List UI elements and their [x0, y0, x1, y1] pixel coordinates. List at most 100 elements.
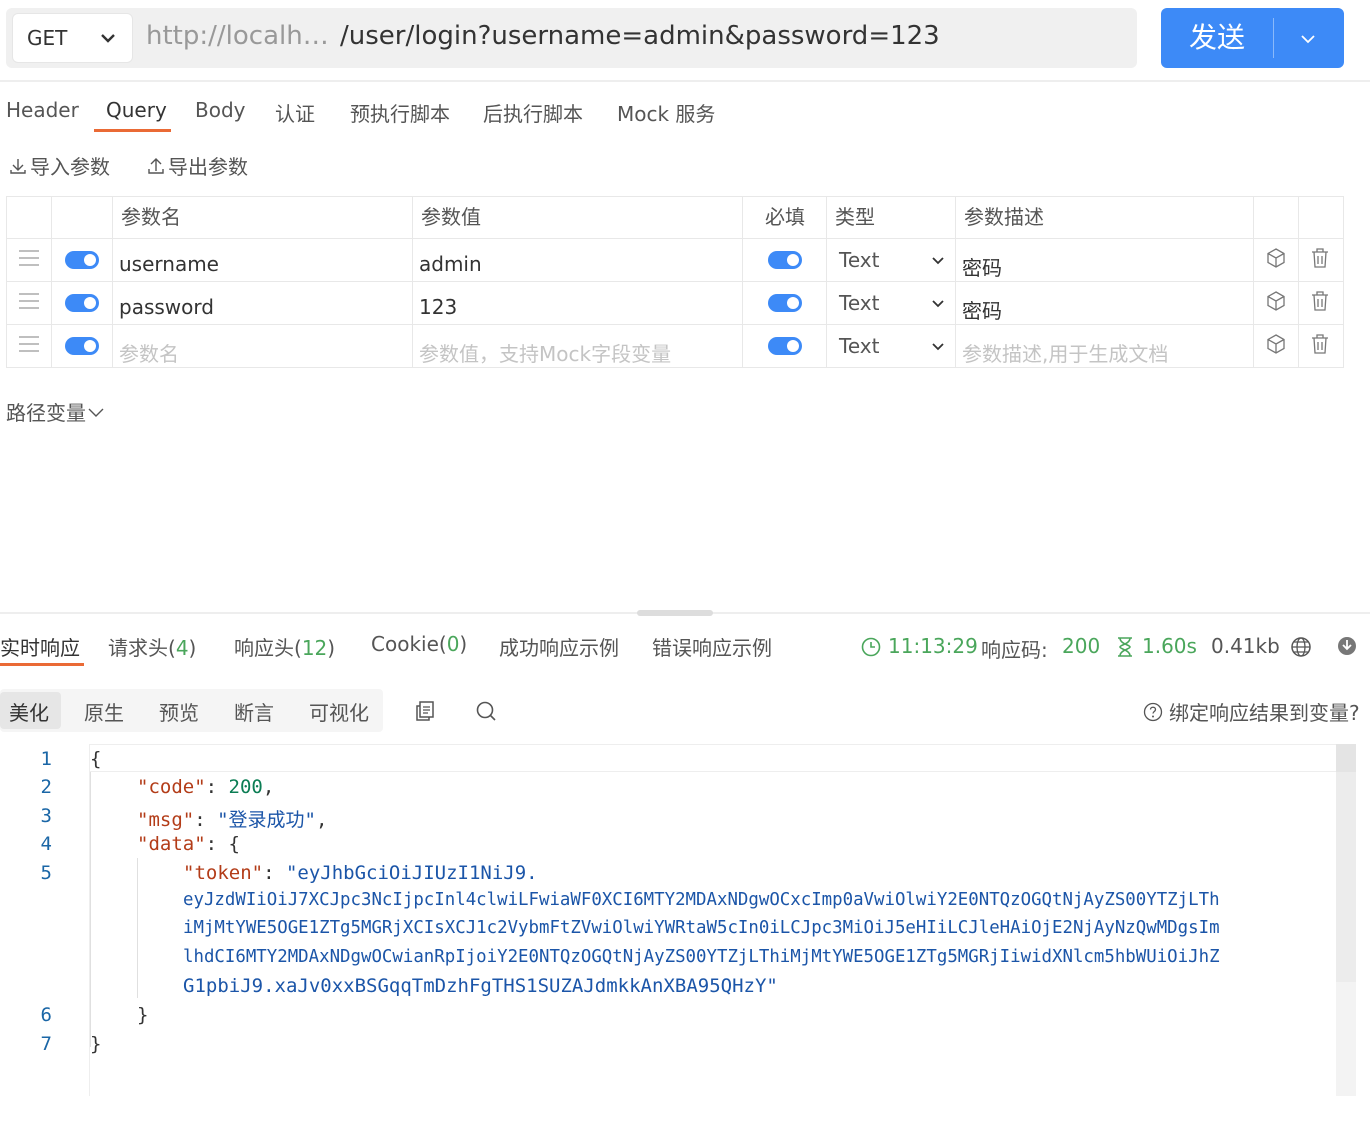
import-params-button[interactable]: 导入参数: [8, 151, 110, 180]
trash-icon[interactable]: [1309, 290, 1331, 312]
view-beautify[interactable]: 美化: [9, 697, 49, 726]
clock-icon: [861, 637, 881, 657]
tab-error-example[interactable]: 错误响应示例: [652, 632, 772, 661]
count-badge: 12: [301, 636, 328, 660]
method-select[interactable]: GET: [12, 13, 133, 63]
indent-guide: [90, 772, 91, 1047]
copy-icon[interactable]: [413, 699, 437, 723]
col-divider: [51, 197, 52, 367]
row-enabled-toggle[interactable]: [65, 337, 99, 355]
import-params-label: 导入参数: [30, 155, 110, 179]
param-name-input[interactable]: 参数名: [119, 338, 179, 367]
download-icon[interactable]: [1337, 636, 1357, 656]
cube-icon[interactable]: [1265, 247, 1287, 269]
tab-pre-script[interactable]: 预执行脚本: [350, 98, 450, 127]
chevron-down-icon: [932, 300, 944, 308]
line-number: 4: [40, 833, 52, 855]
divider: [0, 80, 1370, 82]
view-preview[interactable]: 预览: [159, 697, 199, 726]
tab-label: 请求头(: [108, 636, 176, 660]
line-number: 1: [40, 748, 52, 770]
col-divider: [1253, 197, 1254, 367]
tab-mock[interactable]: Mock 服务: [617, 98, 715, 127]
header-description: 参数描述: [964, 205, 1044, 229]
tab-request-headers[interactable]: 请求头(4): [108, 632, 196, 661]
resize-handle[interactable]: [637, 610, 713, 616]
line-number: 3: [40, 805, 52, 827]
param-description-input[interactable]: 参数描述,用于生成文档: [962, 338, 1168, 367]
json-string: eyJzdWIiOiJ7XCJpc3NcIjpcInl4clwiLFwiaWF0…: [183, 890, 1220, 910]
tab-label: Cookie(: [371, 632, 447, 656]
method-label: GET: [27, 26, 68, 50]
response-size: 0.41kb: [1211, 634, 1280, 658]
current-line-highlight: [90, 744, 1336, 772]
send-label: 发送: [1188, 21, 1245, 54]
cube-icon[interactable]: [1265, 290, 1287, 312]
code-line: }: [137, 1004, 149, 1026]
indent-guide: [137, 858, 138, 998]
drag-handle-icon[interactable]: [18, 249, 40, 267]
row-divider: [7, 281, 1343, 282]
base-url[interactable]: http://localh…: [146, 21, 329, 51]
scrollbar-thumb[interactable]: [1336, 744, 1356, 772]
row-enabled-toggle[interactable]: [65, 294, 99, 312]
param-description[interactable]: 密码: [962, 252, 1002, 281]
chevron-down-icon: [101, 34, 115, 43]
tab-body[interactable]: Body: [195, 98, 246, 122]
param-value[interactable]: admin: [419, 252, 482, 276]
param-name[interactable]: username: [119, 252, 219, 276]
code-line: "code": 200,: [137, 776, 275, 798]
type-select[interactable]: Text: [827, 242, 953, 278]
type-value: Text: [839, 248, 880, 272]
search-icon[interactable]: [474, 699, 498, 723]
param-value-input[interactable]: 参数值，支持Mock字段变量: [419, 338, 671, 367]
tab-cookie[interactable]: Cookie(0): [371, 632, 467, 656]
path-variables-toggle[interactable]: 路径变量: [6, 397, 106, 426]
globe-icon[interactable]: [1290, 636, 1312, 658]
param-value[interactable]: 123: [419, 295, 457, 319]
tab-header[interactable]: Header: [6, 98, 79, 122]
response-time: 11:13:29: [888, 634, 978, 658]
json-string: lhdCI6MTY2MDAxNDgwOCwianRpIjoiY2E0NTQzOG…: [183, 947, 1220, 967]
cube-icon[interactable]: [1265, 333, 1287, 355]
view-assert[interactable]: 断言: [234, 697, 274, 726]
param-name[interactable]: password: [119, 295, 214, 319]
tab-response-headers[interactable]: 响应头(12): [234, 632, 335, 661]
send-dropdown-chevron-icon[interactable]: [1297, 28, 1319, 50]
chevron-down-icon: [932, 343, 944, 351]
tab-query[interactable]: Query: [106, 98, 167, 122]
scrollbar-thumb[interactable]: [1336, 772, 1356, 982]
trash-icon[interactable]: [1309, 247, 1331, 269]
required-toggle[interactable]: [768, 294, 802, 312]
tab-auth[interactable]: 认证: [275, 98, 315, 127]
drag-handle-icon[interactable]: [18, 335, 40, 353]
status-label: 响应码:: [981, 638, 1048, 662]
required-toggle[interactable]: [768, 251, 802, 269]
required-toggle[interactable]: [768, 337, 802, 355]
active-tab-indicator: [0, 663, 84, 666]
url-input[interactable]: /user/login?username=admin&password=123: [340, 21, 940, 51]
code-line: }: [90, 1033, 102, 1055]
type-select[interactable]: Text: [827, 328, 953, 364]
chevron-down-icon: [88, 408, 104, 417]
line-number: 2: [40, 776, 52, 798]
tab-post-script[interactable]: 后执行脚本: [483, 98, 583, 127]
row-enabled-toggle[interactable]: [65, 251, 99, 269]
response-body-editor[interactable]: 1 2 3 4 5 6 7 { "code": 200, "msg": "登录成…: [0, 744, 1356, 1096]
tab-live-response[interactable]: 实时响应: [0, 632, 80, 661]
tab-suffix: ): [327, 636, 336, 660]
view-visualize[interactable]: 可视化: [309, 697, 369, 726]
param-description[interactable]: 密码: [962, 295, 1002, 324]
header-required: 必填: [765, 205, 805, 229]
type-select[interactable]: Text: [827, 285, 953, 321]
type-value: Text: [839, 334, 880, 358]
send-button[interactable]: 发送: [1161, 8, 1344, 68]
header-param-name: 参数名: [121, 205, 181, 229]
trash-icon[interactable]: [1309, 333, 1331, 355]
active-tab-indicator: [94, 129, 171, 132]
export-params-button[interactable]: 导出参数: [146, 151, 248, 180]
tab-success-example[interactable]: 成功响应示例: [499, 632, 619, 661]
drag-handle-icon[interactable]: [18, 292, 40, 310]
view-raw[interactable]: 原生: [84, 697, 124, 726]
bind-response-variable[interactable]: 绑定响应结果到变量?: [1143, 697, 1360, 726]
